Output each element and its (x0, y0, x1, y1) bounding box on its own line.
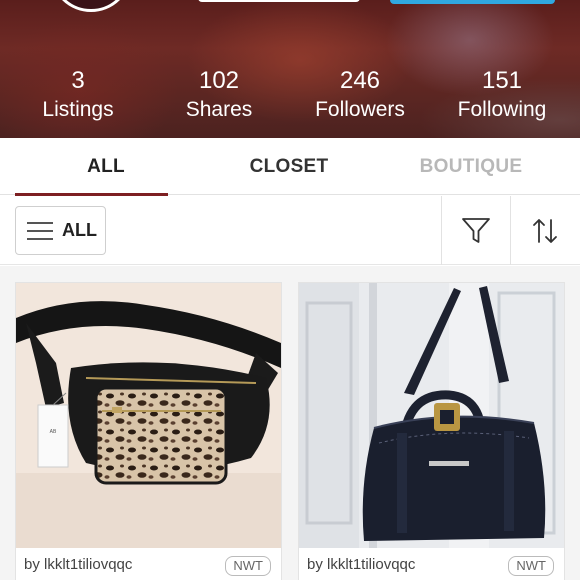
tab-all-label: ALL (87, 156, 125, 177)
stat-shares[interactable]: 102 Shares (149, 66, 289, 124)
stat-shares-value: 102 (198, 67, 240, 94)
filter-funnel-icon (462, 217, 490, 243)
listing-card[interactable]: by lkklt1tiliovqqc NWT (298, 282, 565, 580)
stat-followers[interactable]: 246 Followers (290, 66, 430, 124)
belt-bag-image: AB (16, 283, 281, 548)
closet-tabs: ALL CLOSET BOUTIQUE (0, 138, 580, 196)
stat-followers-label: Followers (315, 98, 405, 121)
stat-following[interactable]: 151 Following (432, 66, 572, 124)
seller-name[interactable]: by lkklt1tiliovqqc (24, 556, 132, 573)
seller-name[interactable]: by lkklt1tiliovqqc (307, 556, 415, 573)
filter-bar: ALL (0, 196, 580, 265)
tab-boutique[interactable]: BOUTIQUE (380, 138, 562, 195)
share-closet-button[interactable] (390, 0, 555, 4)
stat-following-label: Following (457, 98, 547, 121)
department-filter-label: ALL (62, 220, 97, 240)
stat-followers-value: 246 (339, 67, 381, 94)
stat-listings[interactable]: 3 Listings (8, 66, 148, 124)
tab-all[interactable]: ALL (15, 138, 197, 196)
svg-text:AB: AB (50, 429, 57, 435)
edit-profile-button[interactable] (198, 0, 360, 2)
condition-badge: NWT (508, 556, 554, 576)
filter-button[interactable] (442, 196, 510, 265)
listing-meta: by lkklt1tiliovqqc NWT (299, 551, 564, 580)
listing-card[interactable]: AB by lkklt1tiliovqqc NWT (15, 282, 282, 580)
menu-icon (27, 221, 53, 241)
sort-button[interactable] (511, 196, 579, 265)
listing-photo[interactable] (299, 283, 564, 548)
satchel-image (299, 283, 564, 548)
tab-closet-label: CLOSET (249, 156, 329, 177)
condition-badge: NWT (225, 556, 271, 576)
sort-arrows-icon (533, 218, 557, 243)
stat-following-value: 151 (481, 67, 523, 94)
stat-listings-value: 3 (71, 67, 85, 94)
stat-listings-label: Listings (42, 98, 114, 121)
listing-meta: by lkklt1tiliovqqc NWT (16, 551, 281, 580)
stat-shares-label: Shares (185, 98, 253, 121)
listing-photo[interactable]: AB (16, 283, 281, 548)
department-filter-button[interactable]: ALL (15, 206, 106, 255)
tab-boutique-label: BOUTIQUE (419, 156, 523, 177)
profile-stats: 3 Listings 102 Shares 246 Followers 151 … (0, 66, 580, 128)
profile-header-banner: 3 Listings 102 Shares 246 Followers 151 … (0, 0, 580, 138)
tab-closet[interactable]: CLOSET (198, 138, 380, 195)
avatar[interactable] (50, 0, 132, 12)
